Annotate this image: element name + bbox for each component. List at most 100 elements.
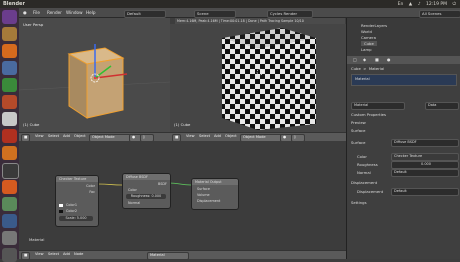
node-input-normal: Normal <box>128 201 141 205</box>
scale-field[interactable]: Scale: 5.000 <box>59 216 93 221</box>
breadcrumb-material: Material <box>368 66 385 71</box>
outliner-item-world[interactable]: World <box>361 29 372 34</box>
node-input-volume: Volume <box>197 193 210 197</box>
outliner-item-camera[interactable]: Camera <box>361 35 376 40</box>
color-label: Color <box>357 154 367 159</box>
launcher-sidebar <box>0 8 19 262</box>
material-name-field[interactable]: Material <box>351 102 405 110</box>
files-icon[interactable] <box>2 27 17 41</box>
libreoffice-writer-icon[interactable] <box>2 61 17 75</box>
normal-select[interactable]: Default <box>391 169 459 177</box>
roughness-field[interactable]: 0.000 <box>391 161 459 169</box>
outliner-item-lamp[interactable]: Lamp <box>361 47 372 52</box>
normal-label: Normal <box>357 170 371 175</box>
panel-displacement[interactable]: Displacement <box>351 180 377 185</box>
volume-icon[interactable]: ♪ <box>418 2 421 7</box>
viewport-left[interactable]: User Persp (1) Cube <box>19 18 170 132</box>
screen-layout-select[interactable]: Default <box>124 10 166 18</box>
object-tab-icon[interactable]: ■ <box>375 57 379 62</box>
menu-select[interactable]: Select <box>197 134 212 140</box>
ubuntu-one-icon[interactable] <box>2 180 17 194</box>
node-output-bsdf: BSDF <box>158 182 167 186</box>
viewport-right[interactable]: (1) Cube <box>170 24 346 132</box>
color-input-select[interactable]: Checker Texture <box>391 153 459 161</box>
terminal-icon[interactable] <box>2 163 19 179</box>
outliner-item-cube[interactable]: Cube <box>361 41 377 46</box>
dash-icon[interactable] <box>2 10 17 24</box>
surface-shader-select[interactable]: Diffuse BSDF <box>391 139 459 147</box>
render-engine-select[interactable]: Cycles Render <box>267 10 313 18</box>
properties-editor[interactable]: □ ◆ ■ ● Cube > Material Material Materia… <box>346 56 460 259</box>
menu-object[interactable]: Object <box>223 134 239 140</box>
node-input-color: Color <box>128 188 137 192</box>
blender-logo-icon[interactable]: ● <box>23 10 27 15</box>
menu-view[interactable]: View <box>33 134 46 140</box>
menu-window[interactable]: Window <box>66 10 83 15</box>
amazon-icon[interactable] <box>2 129 17 143</box>
menu-file[interactable]: File <box>33 10 40 15</box>
material-output-node[interactable]: Material Output Surface Volume Displacem… <box>191 178 239 210</box>
link-data-select[interactable]: Data <box>425 102 459 110</box>
checker-cube-render <box>222 28 316 130</box>
roughness-field[interactable]: Roughness: 0.000 <box>126 194 166 199</box>
menu-add[interactable]: Add <box>61 134 72 140</box>
outliner-item-renderlayers[interactable]: RenderLayers <box>361 23 387 28</box>
vlc-icon[interactable] <box>2 146 17 160</box>
cube-render-left <box>19 44 170 119</box>
workspace-switcher-icon[interactable] <box>2 231 17 245</box>
breadcrumb-cube: Cube <box>351 66 361 71</box>
displacement-label: Displacement <box>357 189 384 194</box>
outliner-view-select[interactable]: All Scenes <box>419 10 460 18</box>
checker-texture-node[interactable]: Checker Texture Color Fac Color1 Color2 … <box>55 175 99 227</box>
software-center-icon[interactable] <box>2 112 17 126</box>
material-slot-list[interactable]: Material <box>351 74 457 86</box>
node-input-surface: Surface <box>197 187 210 191</box>
node-title: Diffuse BSDF <box>123 174 170 180</box>
window-title: Blender <box>3 1 25 7</box>
trash-icon[interactable] <box>2 248 17 262</box>
diffuse-bsdf-node[interactable]: Diffuse BSDF BSDF Color Roughness: 0.000… <box>122 173 171 209</box>
node-editor[interactable]: Checker Texture Color Fac Color1 Color2 … <box>19 141 346 250</box>
system-tray[interactable]: En ▲ ♪ 12:19 PM ⏻ <box>394 1 456 7</box>
keyboard-indicator-icon[interactable]: En <box>398 2 404 7</box>
blender-info-header: ● File Render Window Help Default Scene … <box>19 8 460 18</box>
displacement-select[interactable]: Default <box>391 188 459 196</box>
panel-settings[interactable]: Settings <box>351 200 367 205</box>
menu-view[interactable]: View <box>33 252 46 258</box>
color2-swatch[interactable] <box>59 210 63 213</box>
panel-surface[interactable]: Surface <box>351 128 365 133</box>
menu-view[interactable]: View <box>184 134 197 140</box>
roughness-label: Roughness <box>357 162 378 167</box>
libreoffice-impress-icon[interactable] <box>2 95 17 109</box>
material-tab-icon[interactable]: ● <box>387 57 391 62</box>
menu-select[interactable]: Select <box>46 134 61 140</box>
properties-tab-bar: □ ◆ ■ ● <box>347 56 460 64</box>
blender-icon[interactable] <box>2 214 17 228</box>
node-tree-label: Material <box>29 237 45 242</box>
menu-select[interactable]: Select <box>46 252 61 258</box>
render-tab-icon[interactable]: □ <box>353 57 357 62</box>
system-settings-icon[interactable] <box>2 197 17 211</box>
menu-object[interactable]: Object <box>72 134 88 140</box>
node-output-fac: Fac <box>89 190 95 194</box>
node-output-color: Color <box>86 184 95 188</box>
panel-custom-properties[interactable]: Custom Properties <box>351 112 386 117</box>
color1-swatch[interactable] <box>59 204 63 207</box>
menu-help[interactable]: Help <box>86 10 96 15</box>
menu-add[interactable]: Add <box>61 252 72 258</box>
power-icon[interactable]: ⏻ <box>452 2 456 7</box>
menu-node[interactable]: Node <box>72 252 85 258</box>
menu-add[interactable]: Add <box>212 134 223 140</box>
wifi-icon[interactable]: ▲ <box>409 2 412 7</box>
outliner[interactable]: RenderLayers World Camera Cube Lamp <box>346 18 460 56</box>
menu-render[interactable]: Render <box>47 10 62 15</box>
clock[interactable]: 12:19 PM <box>426 2 447 7</box>
panel-preview[interactable]: Preview <box>351 120 366 125</box>
node-input-displacement: Displacement <box>197 199 221 203</box>
libreoffice-calc-icon[interactable] <box>2 78 17 92</box>
scene-tab-icon[interactable]: ◆ <box>363 57 366 62</box>
scene-select[interactable]: Scene <box>194 10 236 18</box>
node-input-color1: Color1 <box>66 203 78 207</box>
slot-item[interactable]: Material <box>355 77 370 81</box>
firefox-icon[interactable] <box>2 44 17 58</box>
